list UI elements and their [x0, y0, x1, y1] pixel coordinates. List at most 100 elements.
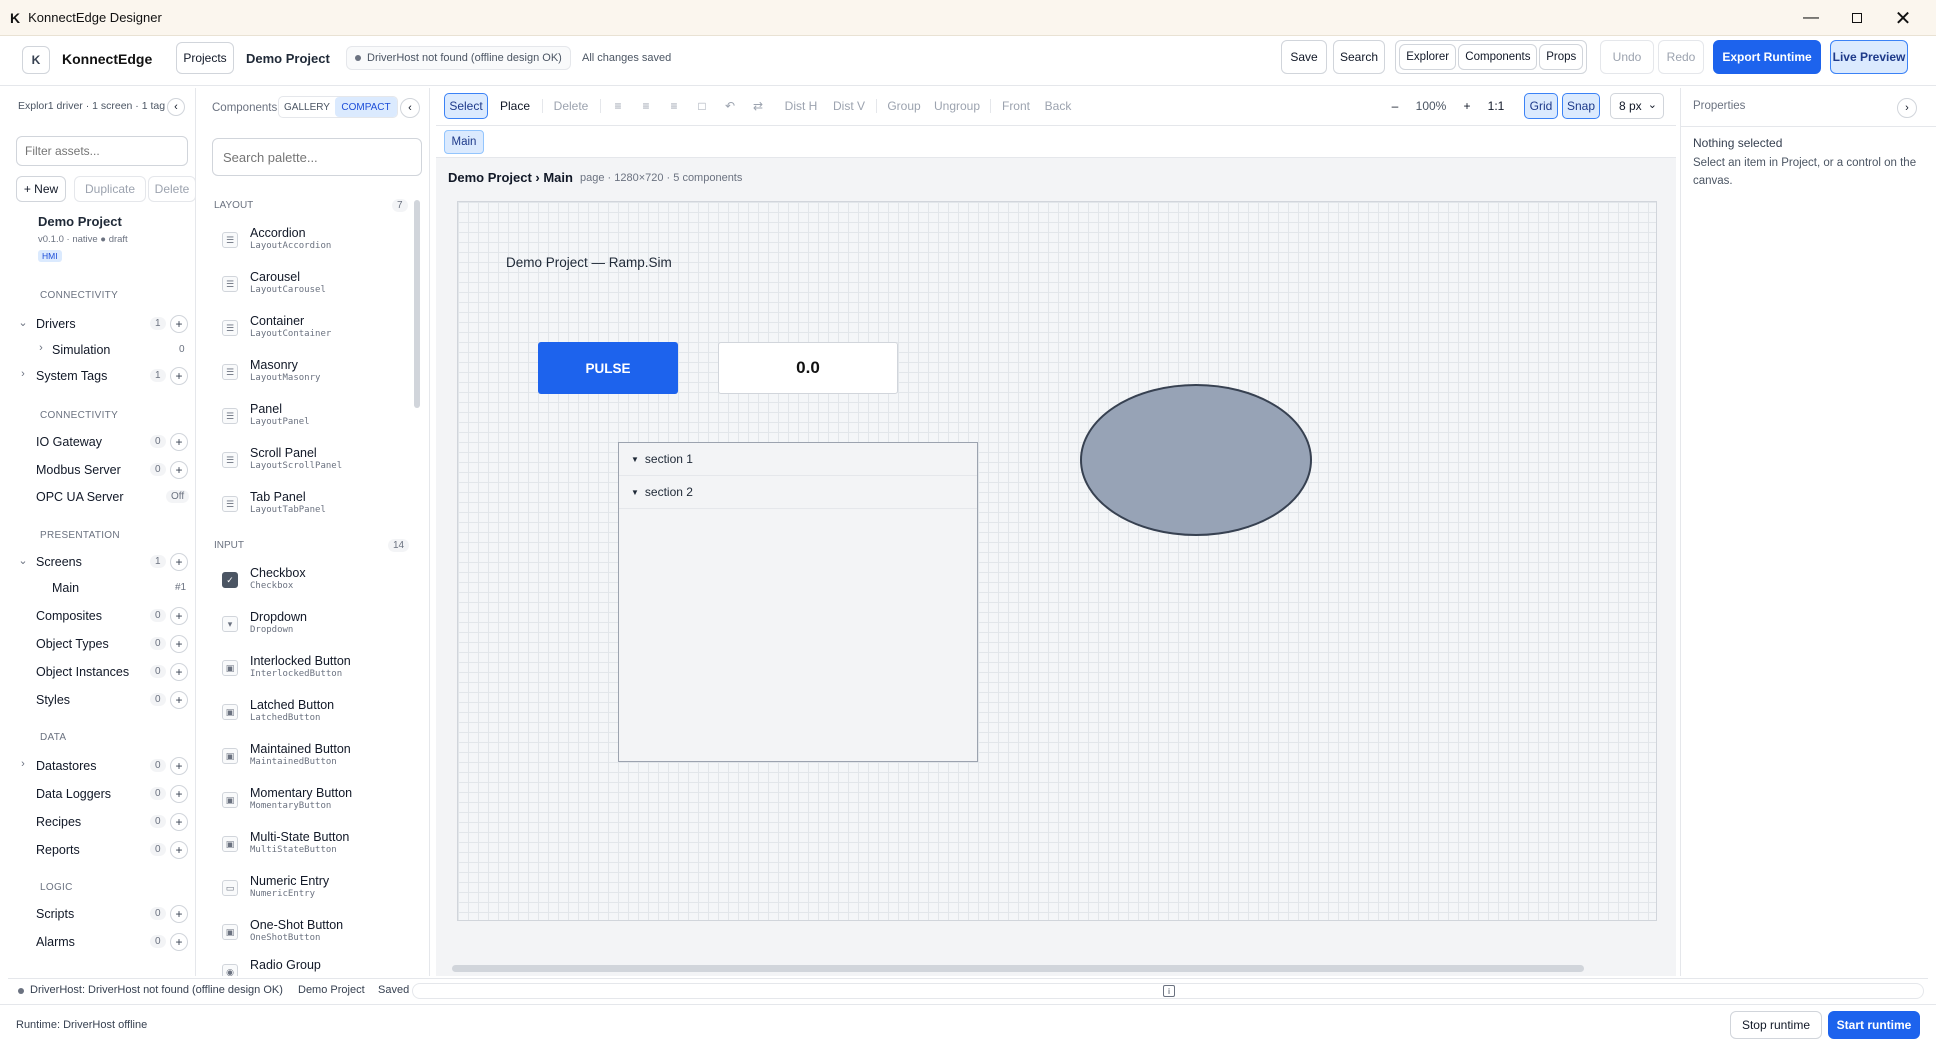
- pulse-button[interactable]: PULSE: [538, 342, 678, 394]
- redo-button[interactable]: Redo: [1658, 40, 1704, 74]
- tree-item-modbus-server[interactable]: Modbus Server 0 +: [8, 458, 196, 482]
- export-runtime-button[interactable]: Export Runtime: [1713, 40, 1821, 74]
- add-icon[interactable]: +: [170, 691, 188, 709]
- zoom-reset-button[interactable]: 1:1: [1482, 93, 1510, 119]
- close-icon[interactable]: ✕: [1880, 0, 1926, 36]
- tab-compact[interactable]: COMPACT: [335, 97, 397, 117]
- add-icon[interactable]: +: [170, 367, 188, 385]
- screen-tab-main[interactable]: Main: [444, 130, 484, 154]
- tree-item-composites[interactable]: Composites 0 +: [8, 604, 196, 628]
- grid-toggle[interactable]: Grid: [1524, 93, 1558, 119]
- palette-item-accordion[interactable]: ☰ Accordion LayoutAccordion: [202, 224, 422, 266]
- tree-item-opc-ua-server[interactable]: OPC UA Server Off: [8, 485, 196, 509]
- ungroup-button[interactable]: Ungroup: [930, 93, 984, 119]
- collapse-properties-icon[interactable]: ›: [1897, 98, 1917, 118]
- tree-item-recipes[interactable]: Recipes 0 +: [8, 810, 196, 834]
- tree-item-reports[interactable]: Reports 0 +: [8, 838, 196, 862]
- chevron-right-icon[interactable]: ›: [34, 342, 48, 354]
- add-icon[interactable]: +: [170, 553, 188, 571]
- distribute-vertical-button[interactable]: Dist V: [828, 93, 870, 119]
- numeric-display[interactable]: 0.0: [718, 342, 898, 394]
- delete-asset-button[interactable]: Delete: [148, 176, 196, 202]
- collapse-explorer-icon[interactable]: ‹: [167, 98, 185, 116]
- copy-icon[interactable]: □: [690, 93, 714, 119]
- add-icon[interactable]: +: [170, 433, 188, 451]
- save-button[interactable]: Save: [1281, 40, 1327, 74]
- toggle-components[interactable]: Components: [1458, 44, 1538, 70]
- palette-item-dropdown[interactable]: ▾ Dropdown Dropdown: [202, 608, 422, 650]
- palette-item-tab-panel[interactable]: ☰ Tab Panel LayoutTabPanel: [202, 488, 422, 530]
- add-icon[interactable]: +: [170, 607, 188, 625]
- search-button[interactable]: Search: [1333, 40, 1385, 74]
- tree-item-drivers[interactable]: ⌄ Drivers 1 +: [8, 312, 196, 336]
- rotate-icon[interactable]: ↶: [718, 93, 742, 119]
- palette-item-panel[interactable]: ☰ Panel LayoutPanel: [202, 400, 422, 442]
- collapse-palette-icon[interactable]: ‹: [400, 98, 420, 118]
- tree-item-screens[interactable]: ⌄ Screens 1 +: [8, 550, 196, 574]
- tab-gallery[interactable]: GALLERY: [279, 97, 335, 117]
- zoom-out-button[interactable]: –: [1384, 93, 1406, 119]
- palette-item-container[interactable]: ☰ Container LayoutContainer: [202, 312, 422, 354]
- live-preview-button[interactable]: Live Preview: [1830, 40, 1908, 74]
- select-tool-button[interactable]: Select: [444, 93, 488, 119]
- palette-item-multi-state-button[interactable]: ▣ Multi-State Button MultiStateButton: [202, 828, 422, 870]
- bring-front-button[interactable]: Front: [998, 93, 1034, 119]
- palette-search-input[interactable]: [212, 138, 422, 176]
- accordion-section-2[interactable]: ▼ section 2: [619, 476, 977, 509]
- duplicate-asset-button[interactable]: Duplicate: [74, 176, 146, 202]
- minimize-icon[interactable]: —: [1788, 0, 1834, 36]
- chevron-down-icon[interactable]: ⌄: [16, 554, 30, 567]
- add-icon[interactable]: +: [170, 757, 188, 775]
- palette-item-one-shot-button[interactable]: ▣ One-Shot Button OneShotButton: [202, 916, 422, 958]
- toggle-explorer[interactable]: Explorer: [1399, 44, 1457, 70]
- palette-item-latched-button[interactable]: ▣ Latched Button LatchedButton: [202, 696, 422, 738]
- palette-item-momentary-button[interactable]: ▣ Momentary Button MomentaryButton: [202, 784, 422, 826]
- add-icon[interactable]: +: [170, 315, 188, 333]
- tree-item-data-loggers[interactable]: Data Loggers 0 +: [8, 782, 196, 806]
- canvas-horizontal-scrollbar[interactable]: [452, 965, 1584, 972]
- palette-item-numeric-entry[interactable]: ▭ Numeric Entry NumericEntry: [202, 872, 422, 914]
- palette-item-maintained-button[interactable]: ▣ Maintained Button MaintainedButton: [202, 740, 422, 782]
- tree-item-scripts[interactable]: Scripts 0 +: [8, 902, 196, 926]
- add-icon[interactable]: +: [170, 461, 188, 479]
- add-icon[interactable]: +: [170, 841, 188, 859]
- palette-item-radio-group[interactable]: ◉ Radio Group: [202, 956, 422, 976]
- align-left-icon[interactable]: ≡: [606, 93, 630, 119]
- stop-runtime-button[interactable]: Stop runtime: [1730, 1011, 1822, 1039]
- tree-item-object-types[interactable]: Object Types 0 +: [8, 632, 196, 656]
- accordion-section-1[interactable]: ▼ section 1: [619, 443, 977, 476]
- palette-item-interlocked-button[interactable]: ▣ Interlocked Button InterlockedButton: [202, 652, 422, 694]
- accordion-component[interactable]: ▼ section 1 ▼ section 2: [618, 442, 978, 762]
- tree-item-simulation[interactable]: › Simulation 0: [8, 338, 196, 362]
- add-icon[interactable]: +: [170, 785, 188, 803]
- status-scroll-track[interactable]: i: [412, 983, 1924, 999]
- start-runtime-button[interactable]: Start runtime: [1828, 1011, 1920, 1039]
- toggle-props[interactable]: Props: [1539, 44, 1583, 70]
- add-icon[interactable]: +: [170, 663, 188, 681]
- chevron-down-icon[interactable]: ⌄: [16, 316, 30, 329]
- add-icon[interactable]: +: [170, 905, 188, 923]
- chevron-right-icon[interactable]: ›: [16, 368, 30, 380]
- filter-assets-input[interactable]: [16, 136, 188, 166]
- palette-item-carousel[interactable]: ☰ Carousel LayoutCarousel: [202, 268, 422, 310]
- add-icon[interactable]: +: [170, 933, 188, 951]
- tree-item-alarms[interactable]: Alarms 0 +: [8, 930, 196, 954]
- ellipse-shape[interactable]: [1078, 382, 1314, 538]
- project-title[interactable]: Demo Project: [38, 214, 122, 229]
- align-center-icon[interactable]: ≡: [634, 93, 658, 119]
- maximize-icon[interactable]: [1834, 0, 1880, 36]
- group-button[interactable]: Group: [884, 93, 924, 119]
- chevron-right-icon[interactable]: ›: [16, 758, 30, 770]
- palette-item-scroll-panel[interactable]: ☰ Scroll Panel LayoutScrollPanel: [202, 444, 422, 486]
- palette-item-masonry[interactable]: ☰ Masonry LayoutMasonry: [202, 356, 422, 398]
- tree-item-io-gateway[interactable]: IO Gateway 0 +: [8, 430, 196, 454]
- projects-button[interactable]: Projects: [176, 42, 234, 74]
- palette-item-checkbox[interactable]: ✓ Checkbox Checkbox: [202, 564, 422, 606]
- new-asset-button[interactable]: + New: [16, 176, 66, 202]
- tree-item-system-tags[interactable]: › System Tags 1 +: [8, 364, 196, 388]
- snap-toggle[interactable]: Snap: [1562, 93, 1600, 119]
- canvas-label[interactable]: Demo Project — Ramp.Sim: [506, 255, 672, 270]
- zoom-in-button[interactable]: +: [1456, 93, 1478, 119]
- tree-item-object-instances[interactable]: Object Instances 0 +: [8, 660, 196, 684]
- place-tool-button[interactable]: Place: [494, 93, 536, 119]
